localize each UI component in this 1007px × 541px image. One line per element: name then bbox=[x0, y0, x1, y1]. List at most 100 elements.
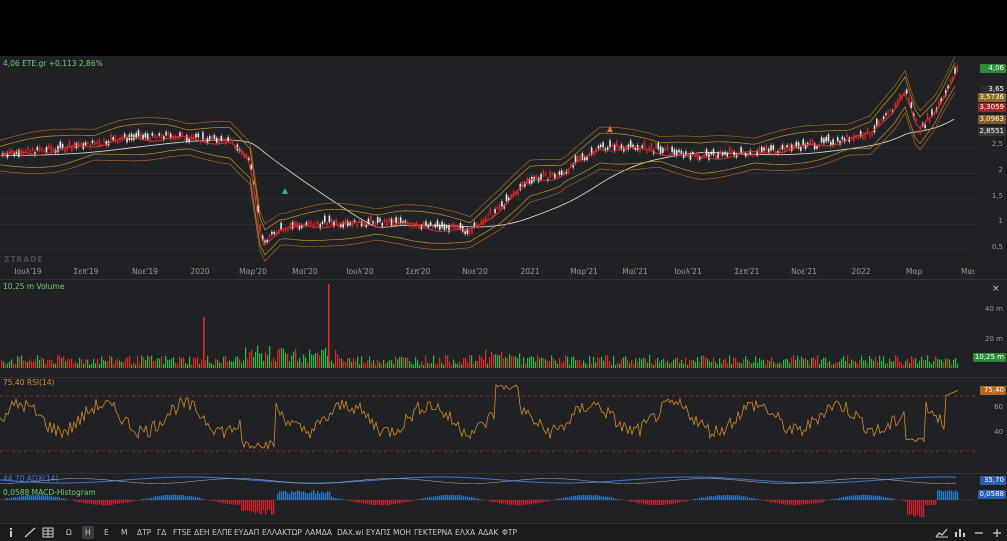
candle bbox=[655, 143, 657, 149]
toolbar-item[interactable]: ΑΔΑΚ bbox=[478, 526, 498, 539]
volume-pane[interactable]: 10,25 m Volume × 40 m 20 m 10,25 m bbox=[0, 280, 1007, 377]
candle bbox=[324, 216, 326, 223]
toolbar-item[interactable]: ΕΛΛΑΚΤΩΡ bbox=[262, 526, 302, 539]
volume-bar bbox=[357, 357, 358, 368]
macd-bar bbox=[449, 495, 450, 500]
candle bbox=[388, 218, 390, 222]
macd-bar bbox=[809, 500, 810, 504]
macd-bar bbox=[257, 500, 258, 512]
volume-chart[interactable] bbox=[0, 280, 1007, 377]
candle bbox=[579, 155, 581, 161]
toolbar-item[interactable]: ΕΥΔΑΠ bbox=[234, 526, 259, 539]
volume-bar bbox=[795, 360, 796, 368]
volume-bar bbox=[825, 358, 826, 368]
toolbar-item[interactable]: ΕΛΠΕ bbox=[212, 526, 232, 539]
macd-pane[interactable]: 0,0588 MACD-Histogram 0,0588 bbox=[0, 487, 1007, 522]
candle bbox=[273, 232, 275, 234]
toolbar-item[interactable]: ΕΛΧΑ bbox=[455, 526, 475, 539]
chart-type-icon[interactable] bbox=[935, 527, 949, 538]
candle bbox=[14, 153, 16, 156]
toolbar-item-active[interactable]: Η bbox=[82, 526, 94, 539]
y-tick: 2,5 bbox=[992, 140, 1003, 148]
volume-bar bbox=[195, 359, 196, 368]
macd-bar bbox=[201, 499, 202, 500]
macd-histogram-chart[interactable] bbox=[0, 487, 1007, 522]
candle bbox=[78, 142, 80, 148]
toolbar-item[interactable]: Ω bbox=[66, 526, 72, 539]
macd-bar bbox=[265, 500, 266, 514]
macd-bar bbox=[325, 493, 326, 500]
macd-bar bbox=[435, 496, 436, 500]
macd-bar bbox=[535, 500, 536, 503]
macd-bar bbox=[189, 496, 190, 500]
volume-bar bbox=[241, 363, 242, 368]
candle bbox=[950, 79, 952, 83]
toolbar-item[interactable]: ΓΔ bbox=[157, 526, 166, 539]
volume-bar bbox=[931, 364, 932, 368]
candle bbox=[697, 154, 699, 160]
macd-bar bbox=[729, 495, 730, 500]
volume-bar bbox=[393, 364, 394, 368]
candle bbox=[154, 135, 156, 138]
macd-bar bbox=[461, 496, 462, 500]
bottom-toolbar: Ω Η Ε Μ ΔΤΡ ΓΔ FTSE ΔΕΗ ΕΛΠΕ ΕΥΔΑΠ ΕΛΛΑΚ… bbox=[0, 523, 1007, 541]
zoom-in-icon[interactable] bbox=[992, 527, 1002, 538]
macd-bar bbox=[877, 496, 878, 500]
macd-bar bbox=[105, 500, 106, 505]
candle bbox=[924, 124, 926, 128]
grid-icon[interactable] bbox=[42, 527, 54, 538]
volume-bar bbox=[725, 359, 726, 368]
macd-bar bbox=[817, 500, 818, 503]
volume-bar bbox=[577, 360, 578, 368]
macd-bar bbox=[369, 500, 370, 504]
toolbar-item[interactable]: ΕΥΑΠΣ bbox=[366, 526, 391, 539]
volume-bar bbox=[643, 358, 644, 368]
volume-bar bbox=[405, 358, 406, 368]
x-tick: Ιουλ'20 bbox=[346, 267, 373, 276]
volume-bar bbox=[867, 363, 868, 368]
toolbar-item[interactable]: ΔΤΡ bbox=[137, 526, 151, 539]
volume-bar bbox=[337, 354, 338, 368]
volume-bar bbox=[63, 356, 64, 368]
volume-bar bbox=[545, 359, 546, 368]
macd-bar bbox=[431, 497, 432, 500]
macd-bar bbox=[651, 500, 652, 505]
toolbar-item[interactable]: ΔΕΗ bbox=[194, 526, 210, 539]
adx-chart[interactable] bbox=[0, 474, 1007, 487]
macd-bar bbox=[747, 498, 748, 500]
toolbar-item[interactable]: ΓΕΚΤΕΡΝΑ bbox=[414, 526, 452, 539]
toolbar-item[interactable]: ΦΤΡ bbox=[502, 526, 517, 539]
macd-bar bbox=[643, 500, 644, 504]
volume-bar bbox=[889, 359, 890, 368]
toolbar-item[interactable]: Ε bbox=[104, 526, 109, 539]
toolbar-item[interactable]: DAX.wi bbox=[337, 526, 364, 539]
macd-bar bbox=[305, 493, 306, 500]
toolbar-item[interactable]: FTSE bbox=[173, 526, 191, 539]
macd-bar bbox=[459, 495, 460, 500]
macd-bar bbox=[357, 500, 358, 503]
macd-bar bbox=[299, 491, 300, 500]
volume-bar bbox=[181, 358, 182, 368]
candle bbox=[425, 221, 427, 225]
toolbar-item[interactable]: ΛΑΜΔΑ bbox=[305, 526, 332, 539]
candle bbox=[457, 226, 459, 229]
volume-bar bbox=[591, 363, 592, 368]
volume-bar bbox=[427, 363, 428, 368]
toolbar-item[interactable]: Μ bbox=[121, 526, 127, 539]
volume-bar bbox=[173, 357, 174, 368]
price-chart[interactable] bbox=[0, 56, 1007, 278]
adx-pane[interactable]: 44,70 ADX(14) 35,70 bbox=[0, 474, 1007, 487]
macd-bar bbox=[731, 495, 732, 500]
candle bbox=[209, 136, 211, 139]
indicators-icon[interactable] bbox=[954, 527, 966, 538]
zoom-out-icon[interactable] bbox=[974, 527, 984, 538]
candle bbox=[409, 224, 411, 227]
rsi-chart[interactable] bbox=[0, 378, 1007, 473]
info-icon[interactable] bbox=[6, 527, 16, 538]
macd-bar bbox=[323, 493, 324, 500]
toolbar-item[interactable]: ΜΟΗ bbox=[393, 526, 411, 539]
rsi-pane[interactable]: 75,40 RSI(14) 75,40 60 40 bbox=[0, 378, 1007, 473]
volume-bar bbox=[751, 364, 752, 368]
draw-line-icon[interactable] bbox=[24, 527, 36, 538]
price-pane[interactable]: 4,06 ETE.gr +0,113 2,86% ZTRADE 4,06 3,6… bbox=[0, 56, 1007, 278]
